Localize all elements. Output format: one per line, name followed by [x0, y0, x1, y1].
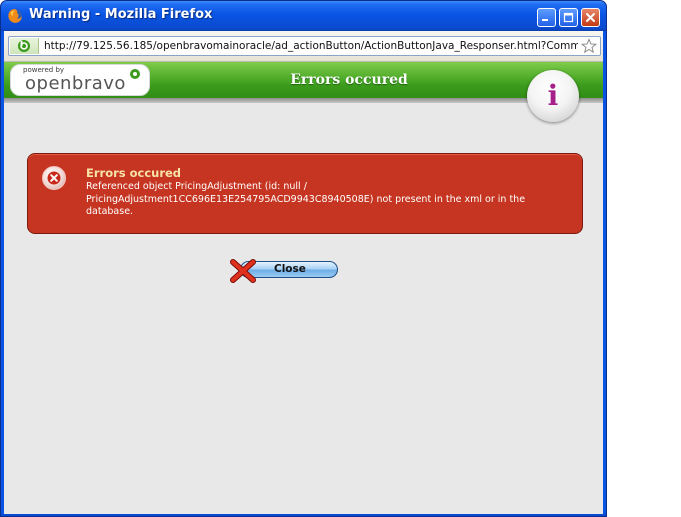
openbravo-logo: powered by openbravo: [10, 64, 150, 96]
error-message: Referenced object PricingAdjustment (id:…: [86, 181, 526, 217]
error-x-glyph: [47, 171, 61, 185]
close-button[interactable]: Close: [230, 259, 340, 283]
close-x-icon: [230, 259, 256, 283]
app-header: powered by openbravo Errors occured: [4, 62, 603, 102]
title-bar[interactable]: Warning - Mozilla Firefox: [1, 1, 606, 31]
browser-client-area: http://79.125.56.185/openbravomainoracle…: [4, 31, 603, 516]
logo-mark-icon: [130, 69, 140, 79]
error-message-box: Errors occured Referenced object Pricing…: [27, 153, 583, 234]
close-button-label: Close: [274, 263, 306, 275]
page-content: powered by openbravo Errors occured i Er…: [4, 62, 603, 516]
browser-window: Warning - Mozilla Firefox http://79.125.…: [0, 0, 607, 517]
error-title: Errors occured: [86, 166, 182, 180]
maximize-icon: [563, 12, 574, 23]
logo-wordmark: openbravo: [25, 73, 126, 94]
header-title: Errors occured: [290, 72, 408, 88]
minimize-icon: [542, 19, 548, 21]
window-title: Warning - Mozilla Firefox: [29, 7, 213, 22]
url-field[interactable]: http://79.125.56.185/openbravomainoracle…: [8, 36, 601, 56]
maximize-button[interactable]: [559, 8, 578, 27]
minimize-button[interactable]: [537, 8, 556, 27]
close-icon: [586, 13, 595, 22]
bookmark-button[interactable]: [580, 37, 598, 55]
bookmark-star-icon: [581, 38, 597, 54]
info-letter: i: [547, 79, 559, 112]
header-divider: [4, 98, 603, 103]
firefox-icon: [8, 9, 22, 23]
close-window-button[interactable]: [581, 8, 600, 27]
info-icon: i: [527, 70, 579, 122]
site-identity-button[interactable]: [10, 38, 39, 54]
url-text: http://79.125.56.185/openbravomainoracle…: [44, 40, 578, 52]
site-identity-icon: [18, 40, 30, 52]
error-x-icon: [42, 166, 66, 190]
address-bar: http://79.125.56.185/openbravomainoracle…: [4, 31, 603, 62]
